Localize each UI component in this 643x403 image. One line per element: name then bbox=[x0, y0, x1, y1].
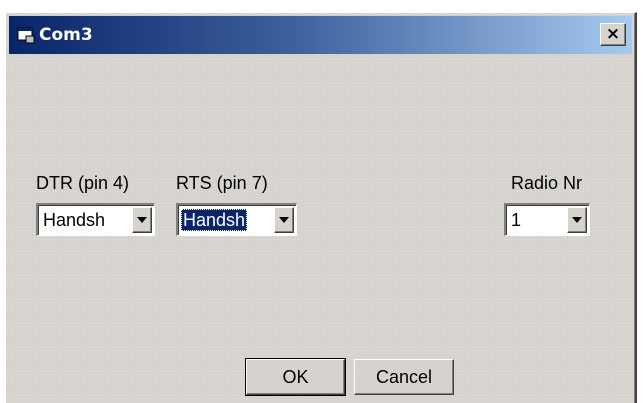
com3-dialog: Com3 × DTR (pin 4) Handsh RTS (pin 7) Ha… bbox=[5, 12, 637, 403]
ok-button[interactable]: OK bbox=[245, 358, 346, 396]
radio-nr-dropdown[interactable]: 1 bbox=[504, 203, 590, 236]
radio-nr-dropdown-value: 1 bbox=[511, 210, 522, 230]
window-title: Com3 bbox=[39, 25, 93, 45]
chevron-down-icon[interactable] bbox=[132, 207, 152, 233]
chevron-down-icon[interactable] bbox=[274, 207, 294, 233]
radio-nr-label: Radio Nr bbox=[511, 173, 583, 193]
rts-label: RTS (pin 7) bbox=[176, 173, 268, 193]
dtr-dropdown[interactable]: Handsh bbox=[36, 203, 155, 236]
title-bar[interactable]: Com3 × bbox=[9, 16, 632, 54]
rts-dropdown-value: Handsh bbox=[181, 209, 248, 231]
dtr-dropdown-value: Handsh bbox=[43, 210, 106, 230]
cancel-button[interactable]: Cancel bbox=[354, 359, 454, 395]
rts-dropdown[interactable]: Handsh bbox=[176, 203, 297, 236]
app-window-icon bbox=[17, 27, 35, 44]
dtr-label: DTR (pin 4) bbox=[36, 173, 130, 193]
close-icon: × bbox=[605, 24, 621, 44]
chevron-down-icon[interactable] bbox=[567, 207, 587, 233]
close-button[interactable]: × bbox=[600, 23, 626, 46]
